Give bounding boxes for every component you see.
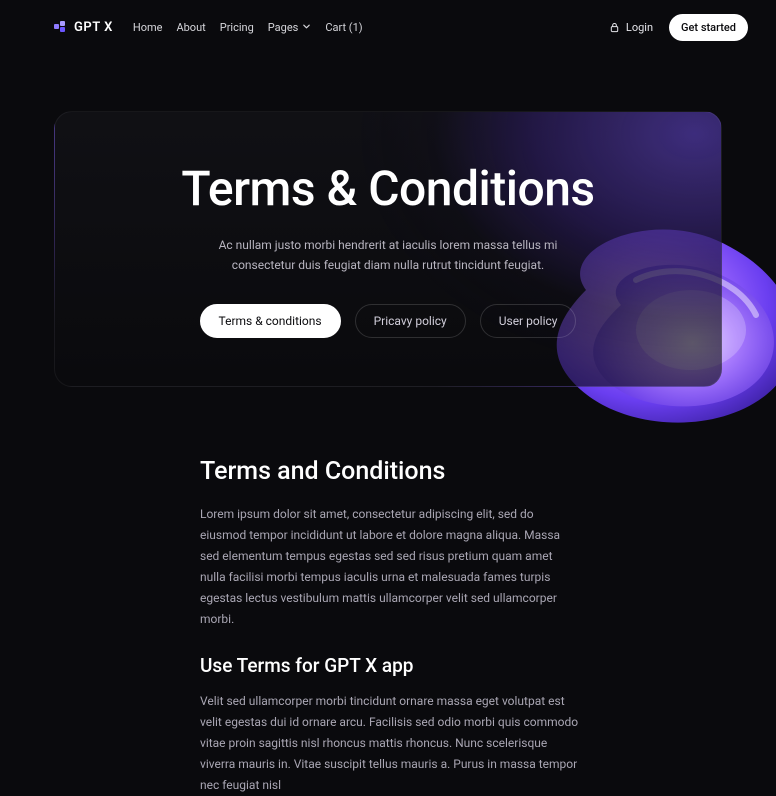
brand-name: GPT X [74,20,113,35]
brand-logo-icon [54,21,68,35]
tab-privacy[interactable]: Pricavy policy [355,304,466,338]
login-label: Login [626,21,653,34]
nav-link-home[interactable]: Home [133,21,163,34]
nav-link-about[interactable]: About [176,21,205,34]
nav-links: Home About Pricing Pages Cart (1) [133,21,363,34]
tab-user-policy[interactable]: User policy [480,304,577,338]
content-body: Terms and Conditions Lorem ipsum dolor s… [0,457,776,796]
section-paragraph: Lorem ipsum dolor sit amet, consectetur … [200,504,580,630]
tab-terms[interactable]: Terms & conditions [200,304,341,338]
brand[interactable]: GPT X [54,20,113,35]
page-title: Terms & Conditions [127,160,649,217]
nav-link-pages[interactable]: Pages [268,21,312,34]
nav-link-pricing[interactable]: Pricing [220,21,254,34]
nav-link-cart[interactable]: Cart (1) [325,21,362,34]
lock-icon [609,22,620,33]
nav-link-pages-label: Pages [268,21,299,34]
section-heading: Terms and Conditions [200,457,580,486]
section-paragraph: Velit sed ullamcorper morbi tincidunt or… [200,691,580,796]
login-link[interactable]: Login [609,21,653,34]
section-subheading: Use Terms for GPT X app [200,654,580,677]
hero-card: Terms & Conditions Ac nullam justo morbi… [54,111,722,387]
hero-tabs: Terms & conditions Pricavy policy User p… [127,304,649,338]
top-nav: GPT X Home About Pricing Pages Cart (1) … [0,0,776,55]
get-started-button[interactable]: Get started [669,14,748,41]
chevron-down-icon [302,21,311,34]
hero-subtitle: Ac nullam justo morbi hendrerit at iacul… [198,235,578,276]
